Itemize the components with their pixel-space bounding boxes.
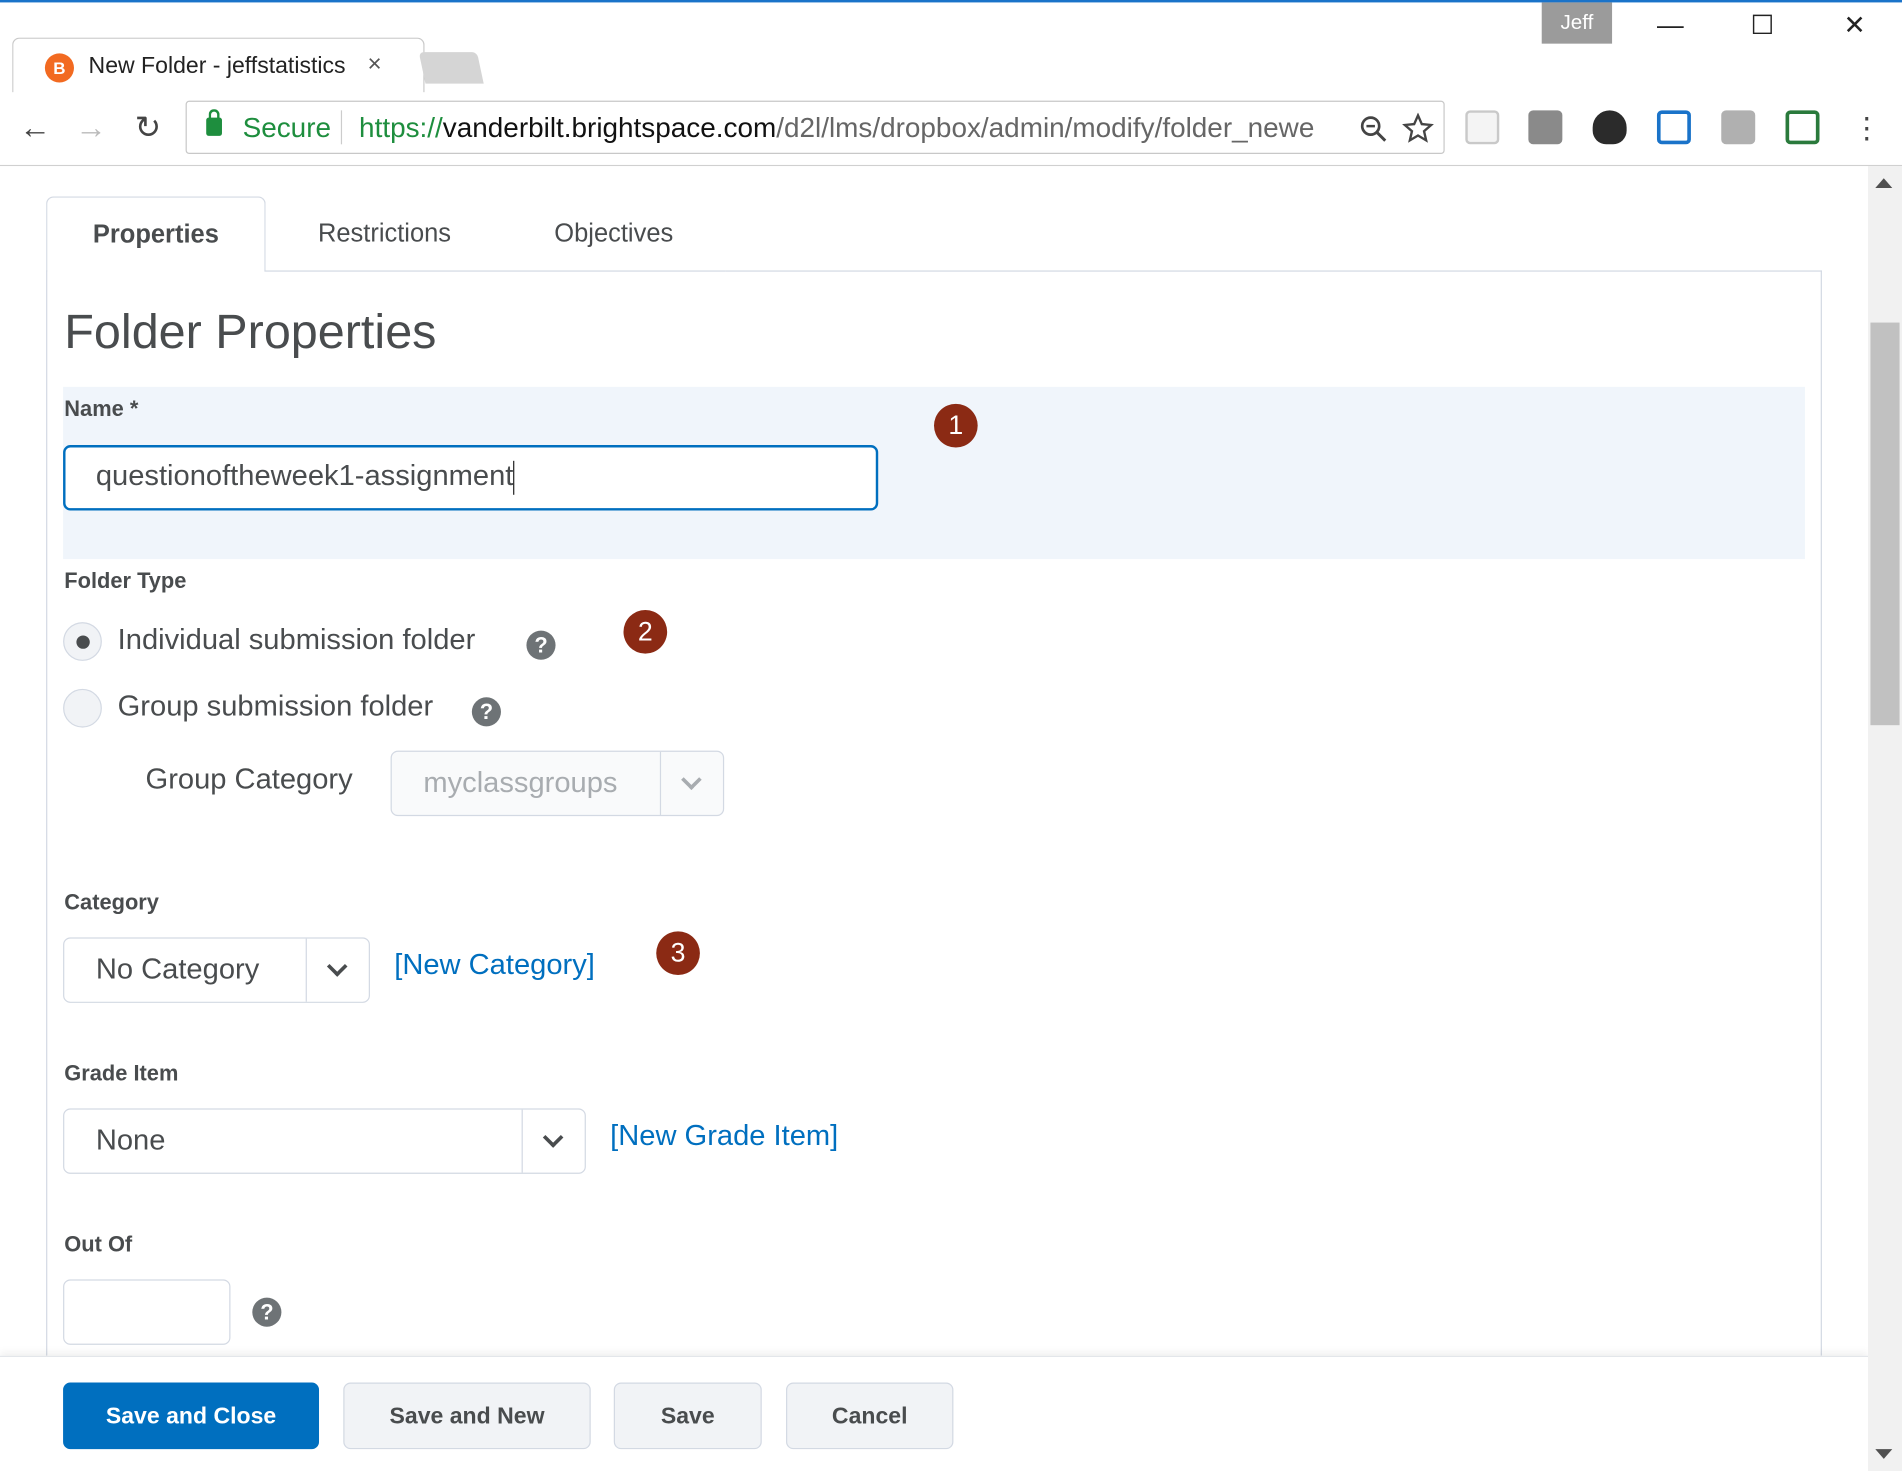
group-category-select: myclassgroups <box>390 750 725 817</box>
browser-titlebar: B New Folder - jeffstatistics × Jeff — ☐… <box>0 0 1902 95</box>
star-icon[interactable] <box>1402 112 1434 145</box>
chevron-down-icon <box>659 751 723 815</box>
annotation-badge-2: 2 <box>623 609 668 654</box>
tab-restrictions[interactable]: Restrictions <box>266 196 504 271</box>
scroll-thumb[interactable] <box>1870 322 1900 726</box>
category-select[interactable]: No Category <box>63 937 370 1003</box>
save-and-new-button[interactable]: Save and New <box>343 1382 591 1450</box>
tab-properties[interactable]: Properties <box>46 196 266 272</box>
individual-folder-label[interactable]: Individual submission folder <box>118 623 476 657</box>
help-icon[interactable]: ? <box>252 1297 282 1327</box>
out-of-label: Out Of <box>64 1232 133 1257</box>
page-content: Properties Restrictions Objectives Folde… <box>0 166 1869 1356</box>
category-value: No Category <box>95 953 260 986</box>
address-bar[interactable]: Secure https://vanderbilt.brightspace.co… <box>185 100 1445 155</box>
name-input-value: questionoftheweek1-assignment <box>95 459 514 493</box>
chevron-down-icon[interactable] <box>521 1109 585 1173</box>
scroll-up-icon[interactable] <box>1875 178 1893 188</box>
text-caret <box>513 460 515 495</box>
lock-icon <box>206 109 222 136</box>
secure-label: Secure <box>242 111 331 144</box>
screen-capture-icon[interactable] <box>1656 110 1691 145</box>
group-folder-radio[interactable] <box>63 688 102 728</box>
omnibox-divider <box>340 110 343 145</box>
out-of-input[interactable] <box>63 1279 231 1345</box>
name-label: Name * <box>64 396 139 421</box>
bi-extension-icon[interactable] <box>1465 110 1500 145</box>
page: B New Folder - jeffstatistics × Jeff — ☐… <box>0 0 1902 1471</box>
fullscreen-icon[interactable] <box>1785 110 1820 145</box>
grade-item-value: None <box>95 1124 166 1157</box>
annotation-badge-1: 1 <box>934 403 978 448</box>
new-tab-button[interactable] <box>418 52 484 84</box>
page-title: Folder Properties <box>64 305 437 359</box>
url-text[interactable]: https://vanderbilt.brightspace.com/d2l/l… <box>359 112 1354 145</box>
grade-item-label: Grade Item <box>64 1061 179 1086</box>
url-host: vanderbilt.brightspace.com <box>442 111 777 144</box>
grade-item-select[interactable]: None <box>63 1108 586 1174</box>
form-footer: Save and Close Save and New Save Cancel <box>0 1355 1869 1471</box>
brightspace-favicon-icon: B <box>44 53 74 83</box>
monitor-icon[interactable] <box>1721 110 1756 145</box>
tab-close-icon[interactable]: × <box>368 51 382 79</box>
url-path: /d2l/lms/dropbox/admin/modify/folder_new… <box>776 111 1315 144</box>
gray-extension-icon[interactable] <box>1528 110 1563 145</box>
individual-folder-radio[interactable] <box>63 622 102 661</box>
save-and-close-button[interactable]: Save and Close <box>63 1382 320 1450</box>
reload-icon[interactable]: ↻ <box>127 109 168 147</box>
name-input[interactable]: questionoftheweek1-assignment <box>63 445 879 511</box>
chevron-down-icon[interactable] <box>305 938 369 1002</box>
tab-objectives[interactable]: Objectives <box>503 196 724 271</box>
new-category-link[interactable]: [New Category] <box>394 948 595 982</box>
screenshot-root: B New Folder - jeffstatistics × Jeff — ☐… <box>0 0 1902 1471</box>
annotation-badge-3: 3 <box>656 931 700 976</box>
maximize-icon[interactable]: ☐ <box>1738 10 1787 42</box>
help-icon[interactable]: ? <box>526 630 556 660</box>
url-scheme: https:// <box>359 111 443 144</box>
tab-title: New Folder - jeffstatistics <box>88 53 346 79</box>
browser-menu-icon[interactable]: ⋮ <box>1846 112 1887 147</box>
page-scrollbar[interactable] <box>1868 166 1902 1471</box>
zoom-icon[interactable] <box>1359 114 1388 143</box>
close-window-icon[interactable]: ✕ <box>1830 10 1879 42</box>
category-label: Category <box>64 890 159 915</box>
folder-type-label: Folder Type <box>64 568 187 594</box>
group-folder-label[interactable]: Group submission folder <box>118 690 434 724</box>
save-button[interactable]: Save <box>613 1382 762 1450</box>
new-grade-item-link[interactable]: [New Grade Item] <box>610 1119 838 1153</box>
back-icon[interactable]: ← <box>15 109 56 147</box>
evernote-icon[interactable] <box>1592 110 1627 145</box>
scroll-down-icon[interactable] <box>1875 1449 1893 1459</box>
browser-tab[interactable]: B New Folder - jeffstatistics × <box>12 37 425 95</box>
browser-toolbar: ← → ↻ Secure https://vanderbilt.brightsp… <box>0 92 1902 167</box>
cancel-button[interactable]: Cancel <box>786 1382 954 1450</box>
profile-button[interactable]: Jeff <box>1541 2 1613 44</box>
group-category-value: myclassgroups <box>423 766 618 800</box>
help-icon[interactable]: ? <box>471 697 501 727</box>
minimize-icon[interactable]: — <box>1646 10 1695 42</box>
group-category-label: Group Category <box>145 762 353 796</box>
forward-icon[interactable]: → <box>70 109 111 147</box>
